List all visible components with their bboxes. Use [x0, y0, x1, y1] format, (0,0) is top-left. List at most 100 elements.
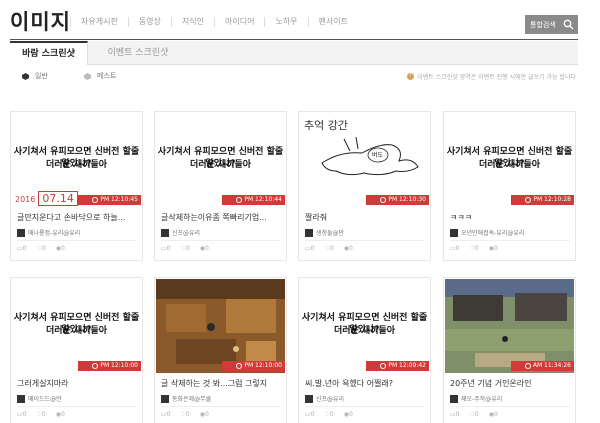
- time-badge: PM 12:10:00: [78, 361, 141, 371]
- post-thumbnail[interactable]: 사기쳐서 유피모으면 신버전 할줄알았나? 더러운 새끼들아: [12, 279, 141, 373]
- avatar: [450, 394, 458, 403]
- post-card[interactable]: AM 11:34:26 20주년 기념 거인온라인 제오-주작@유리 ▭0 ♡0…: [443, 277, 576, 423]
- post-title[interactable]: 글삭제하는이유좀 쪽빠리기업...: [161, 212, 281, 223]
- nav-item-fansite[interactable]: 팬사이트: [307, 17, 358, 27]
- clock-icon: [380, 197, 387, 203]
- post-author[interactable]: 신프@유리: [305, 394, 344, 403]
- search-icon: [563, 19, 574, 30]
- like-icon: ♡0: [324, 245, 334, 252]
- post-card[interactable]: 사기쳐서 유피모으면 신버전 할줄알았나? 더러운 새끼들아 PM 12:10:…: [154, 111, 287, 261]
- post-thumbnail[interactable]: 사기쳐서 유피모으면 신버전 할줄알았나? 더러운 새끼들아: [300, 279, 429, 373]
- post-card[interactable]: 추억 강간 버도 PM 12:10:30 짤라줘 생청둘@만 ▭0 ♡0 ◉0: [298, 111, 431, 261]
- game-screenshot: [156, 279, 285, 373]
- post-author[interactable]: 제오-주작@유리: [450, 394, 502, 403]
- comment-icon: ▭0: [17, 411, 27, 418]
- post-author[interactable]: 메이드드@만: [17, 394, 62, 403]
- card-divider: [161, 240, 281, 241]
- card-divider: [450, 406, 570, 407]
- subnav-best-label: 메스트: [97, 72, 117, 80]
- post-thumbnail[interactable]: [156, 279, 285, 373]
- post-thumbnail[interactable]: [445, 279, 574, 373]
- notice-text: 이벤트 스크린샷 영역은 이벤트 진행 시에만 글쓰기 가능 합니다: [417, 74, 576, 81]
- like-icon: ♡0: [36, 245, 46, 252]
- card-divider: [450, 240, 570, 241]
- nav-item-knowledge[interactable]: 지식인: [170, 17, 214, 27]
- tab-wind-screenshot[interactable]: 바람 스크린샷: [10, 41, 88, 65]
- post-card[interactable]: 사기쳐서 유피모으면 신버전 할줄알았나? 더러운 새끼들아 2016 07.1…: [10, 111, 143, 261]
- general-icon: [22, 72, 29, 80]
- top-bar: 이미지 자유게시판 동영상 지식인 아이디어 노하우 팬사이트 통합검색: [0, 0, 600, 40]
- nav-item-knowhow[interactable]: 노하우: [264, 17, 307, 27]
- header-divider: [10, 39, 578, 40]
- nav-item-video[interactable]: 동영상: [127, 17, 171, 27]
- caption-line-2: 더러운 새끼들아: [478, 160, 541, 170]
- card-divider: [17, 406, 137, 407]
- time-badge: PM 12:10:45: [78, 195, 141, 205]
- view-icon: ◉0: [55, 411, 65, 418]
- like-icon: ♡0: [180, 411, 190, 418]
- best-icon: [84, 72, 91, 80]
- info-icon: !: [407, 73, 415, 80]
- subnav-best[interactable]: 메스트: [84, 71, 116, 81]
- post-thumbnail[interactable]: 사기쳐서 유피모으면 신버전 할줄알았나? 더러운 새끼들아: [156, 113, 285, 207]
- post-title[interactable]: 그러게실지마라: [17, 378, 137, 389]
- view-icon: ◉0: [343, 245, 353, 252]
- post-thumbnail[interactable]: 추억 강간 버도: [300, 113, 429, 207]
- post-title[interactable]: 짤라줘: [305, 212, 425, 223]
- like-icon: ♡0: [469, 245, 479, 252]
- like-icon: ♡0: [36, 411, 46, 418]
- sketch-drawing: [321, 136, 419, 176]
- post-stats: ▭0 ♡0 ◉0: [305, 245, 363, 252]
- post-author[interactable]: 신프@유리: [161, 228, 200, 237]
- nav-item-free-board[interactable]: 자유게시판: [70, 17, 128, 27]
- clock-icon: [524, 363, 531, 369]
- card-divider: [305, 406, 425, 407]
- post-author[interactable]: 동화은제@무쿨: [161, 394, 211, 403]
- post-card[interactable]: PM 12:10:00 글 삭제하는 것 봐...그럼 그렇지 동화은제@무쿨 …: [154, 277, 287, 423]
- comment-icon: ▭0: [450, 411, 460, 418]
- post-card[interactable]: 사기쳐서 유피모으면 신버전 할줄알았나? 더러운 새끼들아 PM 12:09:…: [298, 277, 431, 423]
- post-time: AM 11:34:26: [532, 362, 571, 369]
- time-badge: PM 12:10:44: [222, 195, 285, 205]
- subnav-general[interactable]: 일반: [22, 71, 48, 81]
- post-stats: ▭0 ♡0 ◉0: [17, 411, 75, 418]
- post-card[interactable]: 사기쳐서 유피모으면 신버전 할줄알았나? 더러운 새끼들아 PM 12:10:…: [10, 277, 143, 423]
- comment-icon: ▭0: [17, 245, 27, 252]
- post-title[interactable]: 20주년 기념 거인온라인: [450, 378, 570, 389]
- post-card[interactable]: 사기쳐서 유피모으면 신버전 할줄알았나? 더러운 새끼들아 PM 12:10:…: [443, 111, 576, 261]
- nav-item-idea[interactable]: 아이디어: [214, 17, 264, 27]
- author-name: 제오-주작@유리: [461, 396, 503, 403]
- post-time: PM 12:10:44: [244, 196, 282, 203]
- author-name: 생청둘@만: [316, 230, 345, 237]
- author-name: 메이드드@만: [28, 396, 62, 403]
- clock-icon: [92, 363, 99, 369]
- author-name: 신프@유리: [316, 396, 345, 403]
- author-name: 신프@유리: [172, 230, 201, 237]
- post-stats: ▭0 ♡0 ◉0: [450, 411, 508, 418]
- post-author[interactable]: 생청둘@만: [305, 228, 344, 237]
- post-author[interactable]: 매나룡정-유리@유리: [17, 228, 80, 237]
- post-author[interactable]: 오년만에접속-유리@유리: [450, 228, 524, 237]
- post-stats: ▭0 ♡0 ◉0: [161, 411, 219, 418]
- like-icon: ♡0: [469, 411, 479, 418]
- post-thumbnail[interactable]: 사기쳐서 유피모으면 신버전 할줄알았나? 더러운 새끼들아 2016 07.1…: [12, 113, 141, 207]
- avatar: [305, 228, 313, 237]
- caption-line-2: 더러운 새끼들아: [333, 326, 396, 336]
- post-title[interactable]: 글 삭제하는 것 봐...그럼 그렇지: [161, 378, 281, 389]
- clock-icon: [525, 197, 532, 203]
- post-title[interactable]: 글만지운다고 손바닥으로 하늘...: [17, 212, 137, 223]
- post-thumbnail[interactable]: 사기쳐서 유피모으면 신버전 할줄알았나? 더러운 새끼들아: [445, 113, 574, 207]
- post-stats: ▭0 ♡0 ◉0: [161, 245, 219, 252]
- clock-icon: [380, 363, 387, 369]
- post-stats: ▭0 ♡0 ◉0: [17, 245, 75, 252]
- sketch-inner-text: 버도: [372, 152, 384, 159]
- view-icon: ◉0: [199, 245, 209, 252]
- post-title[interactable]: 씨.발.년아 욕했다 어쩔래?: [305, 378, 425, 389]
- tab-event-screenshot[interactable]: 이벤트 스크린샷: [92, 41, 184, 65]
- post-title[interactable]: ㅋㅋㅋ: [450, 212, 570, 223]
- post-stats: ▭0 ♡0 ◉0: [305, 411, 363, 418]
- search-button[interactable]: 통합검색: [525, 15, 578, 34]
- time-badge: PM 12:09:42: [366, 361, 429, 371]
- post-time: PM 12:10:28: [533, 196, 571, 203]
- caption-line-2: 더러운 새끼들아: [189, 160, 252, 170]
